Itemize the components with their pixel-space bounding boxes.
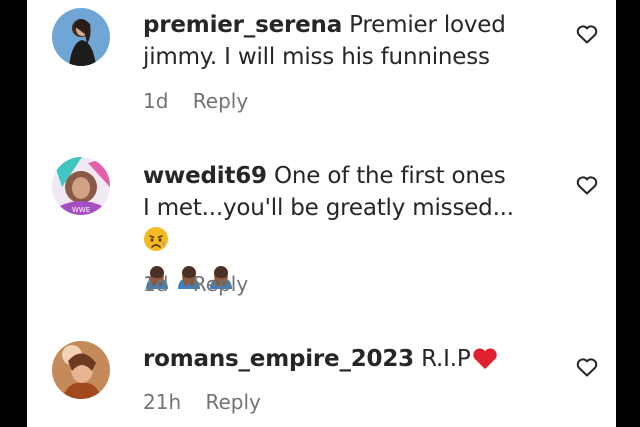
- reply-button[interactable]: Reply: [205, 390, 260, 414]
- comment-timestamp: 1d: [143, 89, 169, 113]
- comment-username[interactable]: romans_empire_2023: [143, 346, 414, 372]
- comment-timestamp: 21h: [143, 390, 182, 414]
- sad-face-icon: [143, 226, 169, 261]
- comment-text: romans_empire_2023 R.I.P: [143, 343, 518, 380]
- comments-panel: premier_serena Premier loved jimmy. I wi…: [27, 0, 616, 427]
- like-heart-icon[interactable]: [575, 173, 601, 199]
- comment-body: R.I.P: [421, 346, 471, 372]
- comment-meta: 1d Reply: [143, 272, 248, 296]
- reply-button[interactable]: Reply: [193, 272, 248, 296]
- reply-button[interactable]: Reply: [193, 89, 248, 113]
- like-heart-icon[interactable]: [575, 22, 601, 48]
- comment-username[interactable]: wwedit69: [143, 163, 267, 189]
- like-heart-icon[interactable]: [575, 355, 601, 381]
- avatar[interactable]: [52, 8, 110, 66]
- red-heart-icon: [471, 345, 499, 380]
- comment-username[interactable]: premier_serena: [143, 12, 342, 38]
- svg-text:WWE: WWE: [72, 206, 90, 214]
- comment-text: premier_serena Premier loved jimmy. I wi…: [143, 9, 518, 73]
- comment-meta: 1d Reply: [143, 89, 248, 113]
- comment-timestamp: 1d: [143, 272, 169, 296]
- avatar[interactable]: [52, 341, 110, 399]
- comment-meta: 21h Reply: [143, 390, 261, 414]
- avatar[interactable]: WWE: [52, 157, 110, 215]
